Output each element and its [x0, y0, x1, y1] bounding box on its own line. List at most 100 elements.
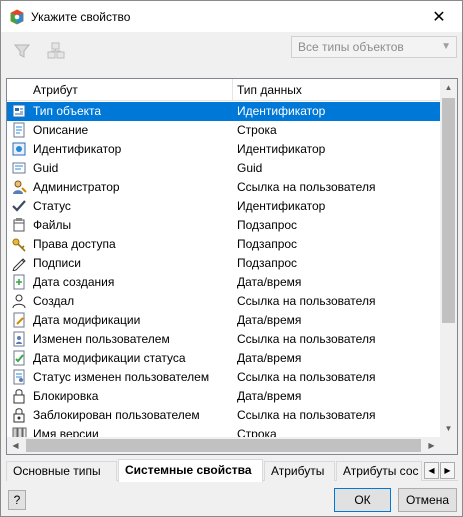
list-row[interactable]: Права доступа Подзапрос [7, 235, 440, 254]
attribute-datatype: Идентификатор [237, 199, 326, 213]
tab-basic-types[interactable]: Основные типы [6, 461, 117, 481]
document-edit-icon [13, 312, 25, 328]
attribute-datatype: Строка [237, 123, 277, 137]
hierarchy-icon[interactable] [45, 40, 67, 62]
scroll-left-icon[interactable]: ◀ [7, 437, 24, 454]
pen-icon [12, 258, 26, 271]
attribute-name: Статус изменен пользователем [33, 370, 210, 384]
lock-icon [13, 389, 25, 404]
dialog-window: Укажите свойство ✕ Все типы объектов ▼ А… [0, 0, 463, 517]
attribute-datatype: Guid [237, 161, 263, 175]
list-row[interactable]: Блокировка Дата/время [7, 387, 440, 406]
attribute-name: Дата модификации [33, 313, 141, 327]
attribute-name: Дата модификации статуса [33, 351, 186, 365]
list-row[interactable]: Дата модификации статуса Дата/время [7, 349, 440, 368]
vertical-scroll-thumb[interactable] [442, 98, 455, 323]
attribute-name: Заблокирован пользователем [33, 408, 200, 422]
lock-user-icon [13, 408, 25, 423]
attribute-name: Подписи [33, 256, 81, 270]
close-icon[interactable]: ✕ [416, 1, 462, 32]
window-title: Укажите свойство [31, 9, 131, 24]
column-header-datatype[interactable]: Тип данных [232, 79, 440, 101]
document-plus-icon [13, 274, 25, 290]
attribute-datatype: Дата/время [237, 313, 302, 327]
list-row[interactable]: Изменен пользователем Ссылка на пользоват… [7, 330, 440, 349]
attribute-name: Изменен пользователем [33, 332, 170, 346]
scroll-down-icon[interactable]: ▼ [440, 420, 457, 437]
attribute-datatype: Подзапрос [237, 237, 298, 251]
list-row[interactable]: Тип объекта Идентификатор [7, 102, 440, 121]
chevron-down-icon: ▼ [441, 41, 451, 52]
list-header: Атрибут Тип данных [7, 79, 440, 101]
object-type-icon [12, 104, 26, 118]
list-row[interactable]: Идентификатор Идентификатор [7, 140, 440, 159]
attribute-datatype: Ссылка на пользователя [237, 408, 376, 422]
tab-scroll-left-icon[interactable]: ◀ [424, 462, 439, 479]
tab-strip: Основные типы Системные свойства Атрибут… [6, 459, 458, 482]
scroll-up-icon[interactable]: ▲ [440, 79, 457, 96]
list-row[interactable]: Guid Guid [7, 159, 440, 178]
user-edit-icon [13, 331, 25, 347]
attribute-name: Описание [33, 123, 89, 137]
attribute-datatype: Дата/время [237, 351, 302, 365]
attribute-list[interactable]: Атрибут Тип данных Тип объекта Идентифика… [6, 78, 458, 455]
list-row[interactable]: Создал Ссылка на пользователя [7, 292, 440, 311]
tab-system-properties[interactable]: Системные свойства [118, 459, 263, 482]
attribute-datatype: Ссылка на пользователя [237, 370, 376, 384]
help-button[interactable]: ? [8, 490, 26, 510]
attribute-name: Файлы [33, 218, 72, 232]
attribute-datatype: Дата/время [237, 275, 302, 289]
scrollbar-corner [440, 437, 457, 454]
dialog-footer: ? ОК Отмена [1, 485, 462, 516]
attribute-datatype: Ссылка на пользователя [237, 180, 376, 194]
attribute-name: Статус [33, 199, 71, 213]
description-icon [13, 122, 25, 138]
attribute-name: Блокировка [33, 389, 99, 403]
keys-icon [12, 238, 26, 252]
guid-icon [12, 162, 26, 174]
attribute-name: Создал [33, 294, 75, 308]
tab-attributes[interactable]: Атрибуты [264, 461, 335, 481]
scroll-right-icon[interactable]: ▶ [423, 437, 440, 454]
tab-composite-attributes[interactable]: Атрибуты сос [336, 461, 422, 481]
attribute-datatype: Ссылка на пользователя [237, 294, 376, 308]
column-header-attribute[interactable]: Атрибут [28, 79, 233, 101]
attribute-datatype: Подзапрос [237, 218, 298, 232]
attribute-datatype: Подзапрос [237, 256, 298, 270]
identifier-icon [12, 142, 26, 156]
list-row[interactable]: Администратор Ссылка на пользователя [7, 178, 440, 197]
list-row[interactable]: Дата модификации Дата/время [7, 311, 440, 330]
vertical-scrollbar[interactable]: ▲ ▼ [440, 79, 457, 437]
list-row[interactable]: Описание Строка [7, 121, 440, 140]
attribute-name: Права доступа [33, 237, 116, 251]
list-row[interactable]: Статус изменен пользователем Ссылка на по… [7, 368, 440, 387]
attribute-name: Идентификатор [33, 142, 122, 156]
document-check-icon [13, 350, 25, 366]
horizontal-scroll-thumb[interactable] [26, 439, 421, 452]
attribute-datatype: Дата/время [237, 389, 302, 403]
filter-icon[interactable] [11, 40, 33, 62]
tab-scroll-right-icon[interactable]: ▶ [440, 462, 455, 479]
attribute-name: Администратор [33, 180, 120, 194]
list-row[interactable]: Дата создания Дата/время [7, 273, 440, 292]
user-icon [12, 294, 26, 309]
horizontal-scrollbar[interactable]: ◀ ▶ [7, 437, 440, 454]
attribute-datatype: Идентификатор [237, 104, 326, 118]
list-rows: Тип объекта Идентификатор Описание Строка Ид… [7, 102, 440, 444]
admin-user-icon [13, 180, 27, 194]
ok-button[interactable]: ОК [334, 488, 391, 512]
checkmark-icon [12, 200, 26, 212]
list-row[interactable]: Статус Идентификатор [7, 197, 440, 216]
attribute-name: Тип объекта [33, 104, 102, 118]
attribute-datatype: Идентификатор [237, 142, 326, 156]
list-row[interactable]: Файлы Подзапрос [7, 216, 440, 235]
object-type-select[interactable]: Все типы объектов ▼ [291, 36, 457, 58]
cancel-button[interactable]: Отмена [398, 488, 457, 512]
list-row[interactable]: Заблокирован пользователем Ссылка на поль… [7, 406, 440, 425]
attribute-name: Guid [33, 161, 59, 175]
title-bar: Укажите свойство ✕ [1, 1, 462, 32]
files-icon [13, 218, 25, 232]
list-row[interactable]: Подписи Подзапрос [7, 254, 440, 273]
app-logo-icon [10, 8, 24, 25]
object-type-select-value: Все типы объектов [298, 40, 404, 54]
